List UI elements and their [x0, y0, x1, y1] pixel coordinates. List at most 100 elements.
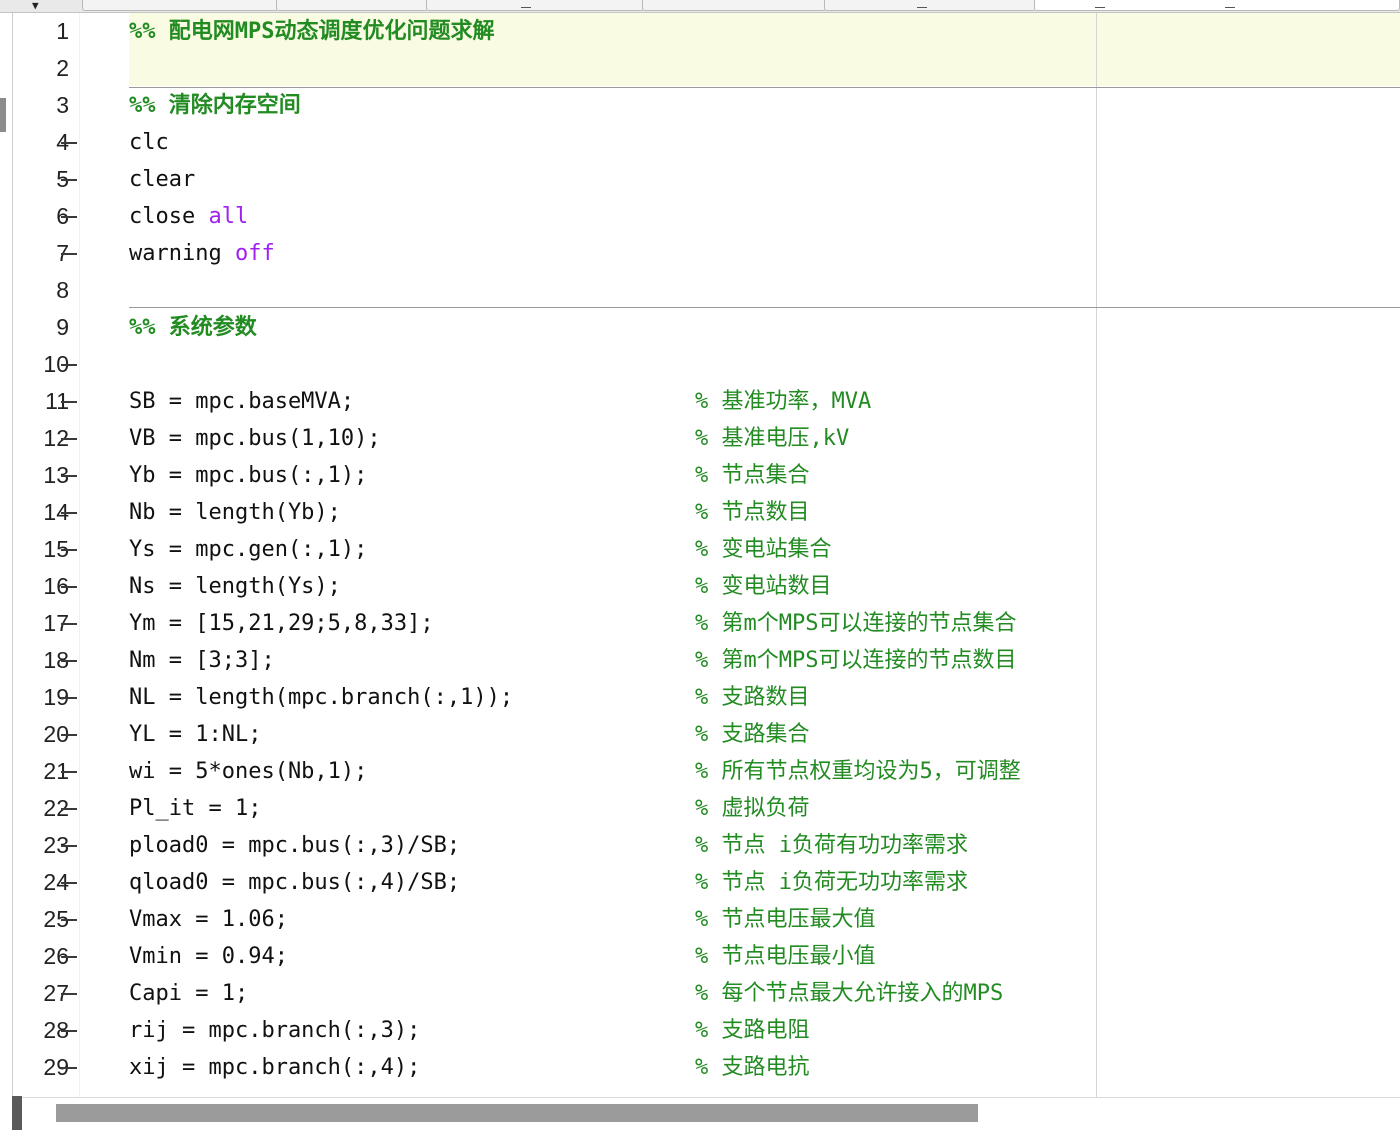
- code-token: qload0 = mpc.bus(:,4)/SB;: [129, 870, 461, 895]
- code-text: %% 配电网MPS动态调度优化问题求解: [129, 13, 494, 50]
- code-text: warning off: [129, 235, 275, 272]
- code-comment: % 节点数目: [695, 500, 810, 525]
- code-line[interactable]: 20 YL = 1:NL;% 支路集合: [13, 716, 1400, 753]
- code-comment: % 支路电阻: [695, 1018, 810, 1043]
- code-token: Vmin = 0.94;: [129, 944, 288, 969]
- code-line[interactable]: 25 Vmax = 1.06;% 节点电压最大值: [13, 901, 1400, 938]
- breakpoint-dash-marker[interactable]: [61, 142, 77, 144]
- code-line[interactable]: 16 Ns = length(Ys);% 变电站数目: [13, 568, 1400, 605]
- code-line[interactable]: 7warning off: [13, 235, 1400, 272]
- breakpoint-dash-marker[interactable]: [61, 919, 77, 921]
- code-text: Pl_it = 1;: [129, 790, 261, 827]
- code-token: Yb = mpc.bus(:,1);: [129, 463, 368, 488]
- code-token: warning: [129, 241, 235, 266]
- code-comment: % 第m个MPS可以连接的节点数目: [695, 648, 1017, 673]
- breakpoint-dash-marker[interactable]: [61, 623, 77, 625]
- code-token: SB = mpc.baseMVA;: [129, 389, 355, 414]
- code-comment: % 支路数目: [695, 685, 810, 710]
- code-token: Nb = length(Yb);: [129, 500, 341, 525]
- editor-tab[interactable]: [276, 0, 428, 11]
- breakpoint-dash-marker[interactable]: [61, 401, 77, 403]
- code-text: rij = mpc.branch(:,3);: [129, 1012, 420, 1049]
- line-number: 8: [56, 277, 69, 303]
- editor-tab[interactable]: [426, 0, 644, 11]
- breakpoint-dash-marker[interactable]: [61, 956, 77, 958]
- code-line[interactable]: 24 qload0 = mpc.bus(:,4)/SB;% 节点 i负荷无功功率需…: [13, 864, 1400, 901]
- breakpoint-dash-marker[interactable]: [61, 845, 77, 847]
- code-line[interactable]: 4clc: [13, 124, 1400, 161]
- code-comment: % 节点电压最小值: [695, 944, 876, 969]
- code-line[interactable]: 29 xij = mpc.branch(:,4);% 支路电抗: [13, 1049, 1400, 1086]
- code-line[interactable]: 13 Yb = mpc.bus(:,1);% 节点集合: [13, 457, 1400, 494]
- code-line[interactable]: 14 Nb = length(Yb);% 节点数目: [13, 494, 1400, 531]
- section-title: %% 系统参数: [129, 315, 257, 340]
- code-line[interactable]: 9 %% 系统参数: [13, 309, 1400, 346]
- editor-tab[interactable]: [824, 0, 1036, 11]
- code-token: Vmax = 1.06;: [129, 907, 288, 932]
- breakpoint-dash-marker[interactable]: [61, 216, 77, 218]
- code-line[interactable]: 27 Capi = 1;% 每个节点最大允许接入的MPS: [13, 975, 1400, 1012]
- breakpoint-dash-marker[interactable]: [61, 882, 77, 884]
- breakpoint-dash-marker[interactable]: [61, 179, 77, 181]
- code-line[interactable]: 3 %% 清除内存空间: [13, 87, 1400, 124]
- code-line[interactable]: 10: [13, 346, 1400, 383]
- horizontal-scrollbar-thumb[interactable]: [56, 1104, 978, 1122]
- code-text: Ym = [15,21,29;5,8,33];: [129, 605, 434, 642]
- code-line[interactable]: 26 Vmin = 0.94;% 节点电压最小值: [13, 938, 1400, 975]
- breakpoint-dash-marker[interactable]: [61, 586, 77, 588]
- code-text: wi = 5*ones(Nb,1);: [129, 753, 367, 790]
- code-comment: % 支路集合: [695, 722, 810, 747]
- section-title: %% 清除内存空间: [129, 93, 301, 118]
- editor-tab-active[interactable]: [1034, 0, 1400, 11]
- code-line[interactable]: 23 pload0 = mpc.bus(:,3)/SB;% 节点 i负荷有功功率需…: [13, 827, 1400, 864]
- code-comment: % 所有节点权重均设为5，可调整: [695, 759, 1021, 784]
- code-line[interactable]: 18 Nm = [3;3];% 第m个MPS可以连接的节点数目: [13, 642, 1400, 679]
- code-line[interactable]: 5clear: [13, 161, 1400, 198]
- code-line[interactable]: 19 NL = length(mpc.branch(:,1));% 支路数目: [13, 679, 1400, 716]
- code-comment: % 第m个MPS可以连接的节点集合: [695, 611, 1017, 636]
- breakpoint-dash-marker[interactable]: [61, 253, 77, 255]
- code-line[interactable]: 28 rij = mpc.branch(:,3);% 支路电阻: [13, 1012, 1400, 1049]
- breakpoint-dash-marker[interactable]: [61, 549, 77, 551]
- code-text: SB = mpc.baseMVA;: [129, 383, 354, 420]
- code-line[interactable]: 2: [13, 50, 1400, 87]
- breakpoint-dash-marker[interactable]: [61, 475, 77, 477]
- breakpoint-dash-marker[interactable]: [61, 1067, 77, 1069]
- breakpoint-dash-marker[interactable]: [61, 808, 77, 810]
- code-token: Ns = length(Ys);: [129, 574, 341, 599]
- breakpoint-dash-marker[interactable]: [61, 364, 77, 366]
- code-token: Capi = 1;: [129, 981, 249, 1006]
- code-line[interactable]: 12 VB = mpc.bus(1,10);% 基准电压,kV: [13, 420, 1400, 457]
- editor-tab[interactable]: [82, 0, 278, 11]
- code-comment: % 每个节点最大允许接入的MPS: [695, 981, 1004, 1006]
- code-line[interactable]: 11 SB = mpc.baseMVA;% 基准功率，MVA: [13, 383, 1400, 420]
- code-text: Capi = 1;: [129, 975, 248, 1012]
- code-text: qload0 = mpc.bus(:,4)/SB;: [129, 864, 460, 901]
- breakpoint-dash-marker[interactable]: [61, 734, 77, 736]
- code-line[interactable]: 6close all: [13, 198, 1400, 235]
- code-line[interactable]: 21 wi = 5*ones(Nb,1);% 所有节点权重均设为5，可调整: [13, 753, 1400, 790]
- left-edge-marker: [0, 98, 6, 132]
- breakpoint-dash-marker[interactable]: [61, 660, 77, 662]
- code-token: Ym = [15,21,29;5,8,33];: [129, 611, 434, 636]
- line-number: 3: [56, 92, 69, 118]
- tab-menu-chevron-down-icon[interactable]: ▼: [32, 0, 39, 11]
- code-line[interactable]: 1 %% 配电网MPS动态调度优化问题求解: [13, 13, 1400, 50]
- code-line[interactable]: 22 Pl_it = 1;% 虚拟负荷: [13, 790, 1400, 827]
- code-comment: % 节点 i负荷有功功率需求: [695, 833, 968, 858]
- code-line[interactable]: 8: [13, 272, 1400, 309]
- code-line[interactable]: 17 Ym = [15,21,29;5,8,33];% 第m个MPS可以连接的节点…: [13, 605, 1400, 642]
- breakpoint-dash-marker[interactable]: [61, 512, 77, 514]
- code-editor[interactable]: 1 %% 配电网MPS动态调度优化问题求解 2 3 %% 清除内存空间 4clc5clea…: [12, 13, 1400, 1097]
- breakpoint-dash-marker[interactable]: [61, 697, 77, 699]
- code-line[interactable]: 15 Ys = mpc.gen(:,1);% 变电站集合: [13, 531, 1400, 568]
- breakpoint-dash-marker[interactable]: [61, 438, 77, 440]
- keyword-token: off: [234, 241, 275, 266]
- horizontal-scrollbar[interactable]: [12, 1097, 1400, 1131]
- code-comment: % 变电站数目: [695, 574, 832, 599]
- breakpoint-dash-marker[interactable]: [61, 771, 77, 773]
- editor-tab[interactable]: [642, 0, 826, 11]
- breakpoint-dash-marker[interactable]: [61, 993, 77, 995]
- breakpoint-dash-marker[interactable]: [61, 1030, 77, 1032]
- code-token: close: [129, 204, 209, 229]
